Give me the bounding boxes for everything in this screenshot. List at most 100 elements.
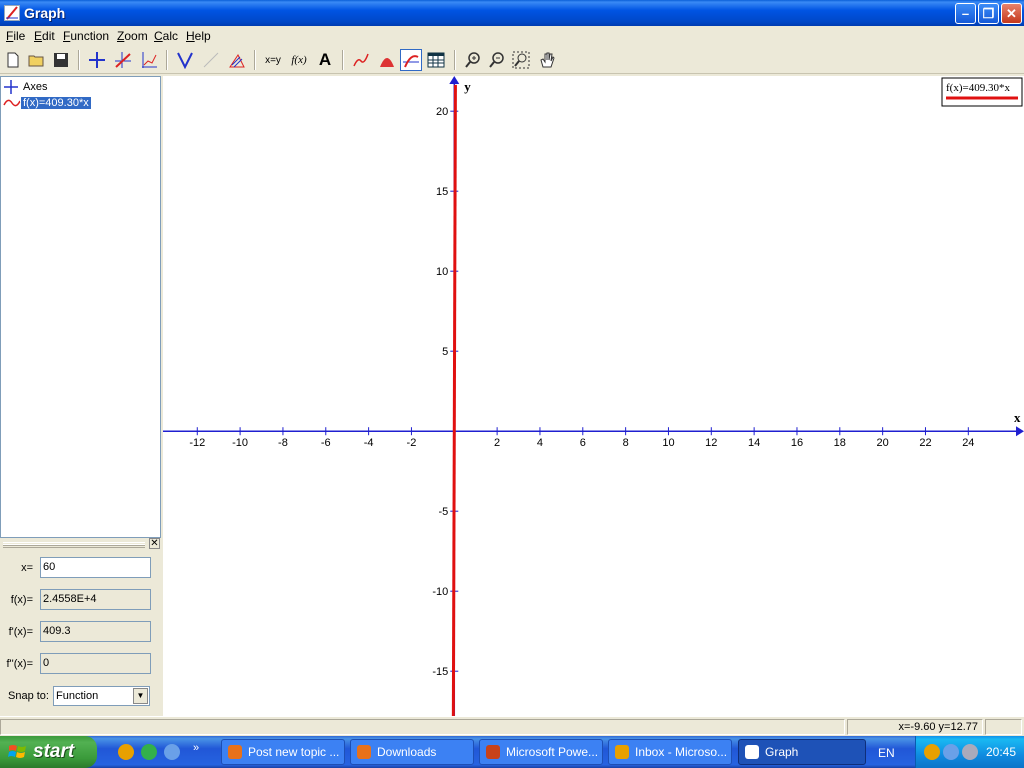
maximize-button[interactable]: ❐ [978,3,999,24]
point-series-icon[interactable] [226,49,248,71]
axes-icon [3,79,21,95]
close-eval-panel-button[interactable]: ✕ [149,538,160,549]
menu-edit[interactable]: Edit [34,29,55,43]
pan-hand-icon[interactable] [536,49,558,71]
menu-zoom[interactable]: Zoom [117,29,148,43]
menu-file[interactable]: File [6,29,25,43]
browser-quicklaunch-icon[interactable] [164,744,180,760]
task-label: Inbox - Microso... [635,745,728,759]
zoom-in-icon[interactable] [462,49,484,71]
ddfx-value: 0 [40,653,151,674]
save-icon[interactable] [50,49,72,71]
status-message [0,719,845,735]
area-icon[interactable] [376,49,398,71]
tangent-icon[interactable] [138,49,160,71]
menu-bar: File Edit Function Zoom Calc Help [0,26,1024,46]
x-tick-label: 14 [748,437,760,449]
tree-item-axes-label: Axes [23,81,48,93]
minimize-button[interactable]: – [955,3,976,24]
x-tick-label: 16 [791,437,803,449]
trace-icon[interactable] [400,49,422,71]
y-tick-label: -5 [439,506,449,518]
trendline-icon[interactable] [350,49,372,71]
function-curve-icon [3,95,21,111]
tray-network-icon[interactable] [943,744,959,760]
language-indicator[interactable]: EN [878,746,895,760]
clock-quicklaunch-icon[interactable] [118,744,134,760]
task-inbox-outlook[interactable]: Inbox - Microso... [608,739,732,765]
tree-item-function-label: f(x)=409.30*x [20,96,92,110]
tree-item-function[interactable]: f(x)=409.30*x [3,95,92,111]
chevron-down-icon[interactable]: ▼ [133,688,148,704]
menu-calc[interactable]: Calc [154,29,178,43]
x-tick-label: 22 [919,437,931,449]
task-post-new-topic[interactable]: Post new topic ... [221,739,345,765]
x-tick-label: -8 [278,437,288,449]
tray-clock-icon[interactable] [924,744,940,760]
insert-function-icon[interactable] [112,49,134,71]
snap-to-select[interactable]: Function ▼ [53,686,150,706]
graph-app-icon [745,745,759,759]
task-microsoft-powerpoint[interactable]: Microsoft Powe... [479,739,603,765]
windows-flag-icon [8,745,26,758]
dfx-label: f'(x)= [8,626,33,638]
text-x-y-icon[interactable]: x=y [262,49,284,71]
start-button[interactable]: start [0,736,97,768]
menu-function[interactable]: Function [63,29,109,43]
cursor-coordinates: x=-9.60 y=12.77 [847,719,983,735]
y-tick-label: -10 [432,586,448,598]
fx-label: f(x)= [10,594,33,606]
relation-icon[interactable] [200,49,222,71]
y-tick-label: 20 [436,106,448,118]
title-bar[interactable]: Graph – ❐ ✕ [0,0,1024,26]
firefox-icon [228,745,242,759]
tree-item-axes[interactable]: Axes [3,79,49,95]
panel-splitter[interactable] [0,539,161,549]
graph-app-icon [4,5,20,21]
y-axis-arrow [449,76,460,84]
x-tick-label: -6 [321,437,331,449]
task-graph[interactable]: Graph [738,739,866,765]
taskbar: start » Post new topic ... Downloads Mic… [0,736,1024,768]
tray-volume-icon[interactable] [962,744,978,760]
table-icon[interactable] [425,49,447,71]
axes-icon[interactable] [86,49,108,71]
function-line [451,84,457,716]
menu-help[interactable]: Help [186,29,211,43]
messenger-quicklaunch-icon[interactable] [141,744,157,760]
shading-icon[interactable] [174,49,196,71]
zoom-out-icon[interactable] [486,49,508,71]
x-tick-label: 24 [962,437,974,449]
ddfx-label: f''(x)= [6,658,33,670]
status-bar: x=-9.60 y=12.77 [0,716,1024,736]
x-tick-label: 10 [662,437,674,449]
task-downloads[interactable]: Downloads [350,739,474,765]
snap-to-value: Function [56,690,99,702]
toolbar-separator [166,50,168,70]
function-tree[interactable]: Axes f(x)=409.30*x [0,76,161,538]
chevron-right-icon[interactable]: » [193,742,199,754]
x-input[interactable]: 60 [40,557,151,578]
y-axis-label: y [464,79,471,94]
toolbar-separator [254,50,256,70]
new-file-icon[interactable] [2,49,24,71]
task-label: Graph [765,745,799,759]
f-of-x-icon[interactable]: f(x) [288,49,310,71]
x-tick-label: 8 [623,437,629,449]
evaluate-panel: x= 60 f(x)= 2.4558E+4 f'(x)= 409.3 f''(x… [0,550,161,716]
zoom-window-icon[interactable] [510,49,532,71]
y-tick-label: 10 [436,266,448,278]
graph-canvas[interactable]: xy -12 -10 -8 -6 -4 -2 2 4 6 8 10 12 14 16 18 20 22 24 -15… [163,76,1024,716]
text-A-icon[interactable]: A [314,49,336,71]
close-button[interactable]: ✕ [1001,3,1022,24]
graph-plot[interactable]: xy -12 -10 -8 -6 -4 -2 2 4 6 8 10 12 14 16 18 20 22 24-15… [163,76,1024,716]
clock: 20:45 [986,745,1017,759]
x-tick-label: 18 [834,437,846,449]
task-label: Microsoft Powe... [506,745,599,759]
open-folder-icon[interactable] [26,49,48,71]
task-label: Downloads [377,745,437,759]
x-tick-label: -4 [364,437,374,449]
legend-label: f(x)=409.30*x [946,82,1010,94]
x-tick-label: 2 [494,437,500,449]
task-label: Post new topic ... [248,745,340,759]
